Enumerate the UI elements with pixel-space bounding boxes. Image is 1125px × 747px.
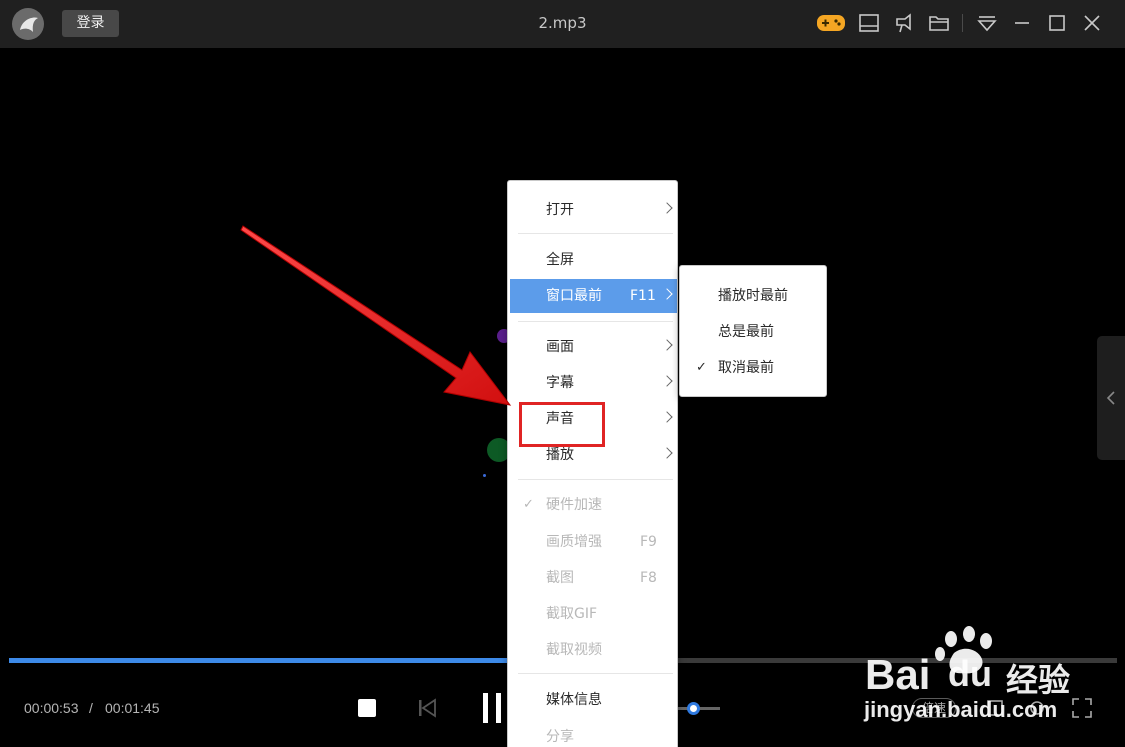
menu-item-screenshot[interactable]: 截图 F8	[510, 561, 677, 595]
menu-item-capture-video[interactable]: 截取视频	[510, 633, 677, 667]
progress-fill	[9, 658, 569, 663]
speed-button[interactable]: 倍速	[912, 698, 956, 718]
menu-item-capture-gif[interactable]: 截取GIF	[510, 597, 677, 631]
submenu-item-cancel-top[interactable]: ✓ 取消最前	[682, 351, 826, 385]
screen-icon[interactable]	[856, 10, 882, 36]
submenu-item-top-when-playing[interactable]: 播放时最前	[682, 279, 826, 313]
chevron-right-icon	[661, 288, 673, 300]
fullscreen-icon[interactable]	[1071, 697, 1093, 723]
chevron-right-icon	[661, 202, 673, 214]
window-title: 2.mp3	[538, 14, 587, 32]
submenu-item-label: 取消最前	[718, 360, 774, 376]
settings-icon[interactable]	[1026, 697, 1048, 723]
menu-item-label: 窗口最前	[546, 288, 602, 304]
menu-item-window-top[interactable]: 窗口最前 F11	[510, 279, 677, 313]
app-logo-icon[interactable]	[12, 8, 44, 40]
menu-item-label: 截取GIF	[546, 606, 598, 622]
menu-item-shortcut: F9	[640, 534, 657, 550]
chevron-right-icon	[661, 411, 673, 423]
menu-item-label: 字幕	[546, 375, 574, 391]
check-icon: ✓	[523, 497, 534, 512]
volume-knob[interactable]	[687, 702, 700, 715]
menu-divider	[518, 321, 673, 322]
menu-item-label: 截取视频	[546, 642, 602, 658]
total-time: 00:01:45	[105, 700, 160, 716]
menu-item-label: 画面	[546, 339, 574, 355]
menu-item-label: 媒体信息	[546, 692, 602, 708]
stop-icon[interactable]	[358, 699, 376, 717]
login-button[interactable]: 登录	[62, 10, 119, 37]
menu-item-fullscreen[interactable]: 全屏	[510, 243, 677, 277]
annotation-highlight-box	[519, 402, 605, 447]
previous-icon[interactable]	[416, 697, 438, 723]
menu-divider	[518, 479, 673, 480]
menu-item-media-info[interactable]: 媒体信息	[510, 683, 677, 717]
menu-item-label: 分享	[546, 729, 574, 745]
title-bar: 登录 2.mp3	[0, 0, 1125, 48]
menu-item-subtitle[interactable]: 字幕	[510, 366, 677, 400]
time-separator: /	[89, 700, 93, 716]
menu-item-shortcut: F8	[640, 570, 657, 586]
folder-icon[interactable]	[926, 10, 952, 36]
submenu-item-label: 播放时最前	[718, 288, 788, 304]
menu-item-shortcut: F11	[630, 288, 656, 304]
menu-item-picture[interactable]: 画面	[510, 330, 677, 364]
visualizer-dot	[483, 474, 486, 477]
submenu-item-always-top[interactable]: 总是最前	[682, 315, 826, 349]
pause-icon[interactable]	[481, 692, 505, 728]
menu-item-share[interactable]: 分享	[510, 720, 677, 747]
chevron-right-icon	[661, 447, 673, 459]
side-panel-toggle[interactable]	[1097, 336, 1125, 460]
titlebar-divider	[962, 14, 963, 32]
playlist-icon[interactable]	[984, 697, 1006, 723]
menu-item-label: 打开	[546, 202, 574, 218]
menu-item-label: 硬件加速	[546, 497, 602, 513]
menu-divider	[518, 673, 673, 674]
menu-item-label: 全屏	[546, 252, 574, 268]
minimize-icon[interactable]	[1009, 10, 1035, 36]
menu-item-open[interactable]: 打开	[510, 193, 677, 227]
pin-icon[interactable]	[891, 10, 917, 36]
maximize-icon[interactable]	[1044, 10, 1070, 36]
menu-item-label: 画质增强	[546, 534, 602, 550]
menu-item-label: 截图	[546, 570, 574, 586]
submenu-item-label: 总是最前	[718, 324, 774, 340]
menu-divider	[518, 233, 673, 234]
check-icon: ✓	[696, 360, 707, 375]
current-time: 00:00:53	[24, 700, 79, 716]
close-icon[interactable]	[1079, 10, 1105, 36]
chevron-right-icon	[661, 339, 673, 351]
menu-icon[interactable]	[974, 10, 1000, 36]
menu-item-enhance[interactable]: 画质增强 F9	[510, 525, 677, 559]
menu-item-hw-accel[interactable]: ✓ 硬件加速	[510, 488, 677, 522]
context-menu: 打开 全屏 窗口最前 F11 画面 字幕 声音 播放 ✓ 硬件加速 画质增强 F…	[507, 180, 678, 747]
window-top-submenu: 播放时最前 总是最前 ✓ 取消最前	[679, 265, 827, 397]
chevron-right-icon	[661, 375, 673, 387]
game-icon[interactable]	[816, 10, 845, 36]
